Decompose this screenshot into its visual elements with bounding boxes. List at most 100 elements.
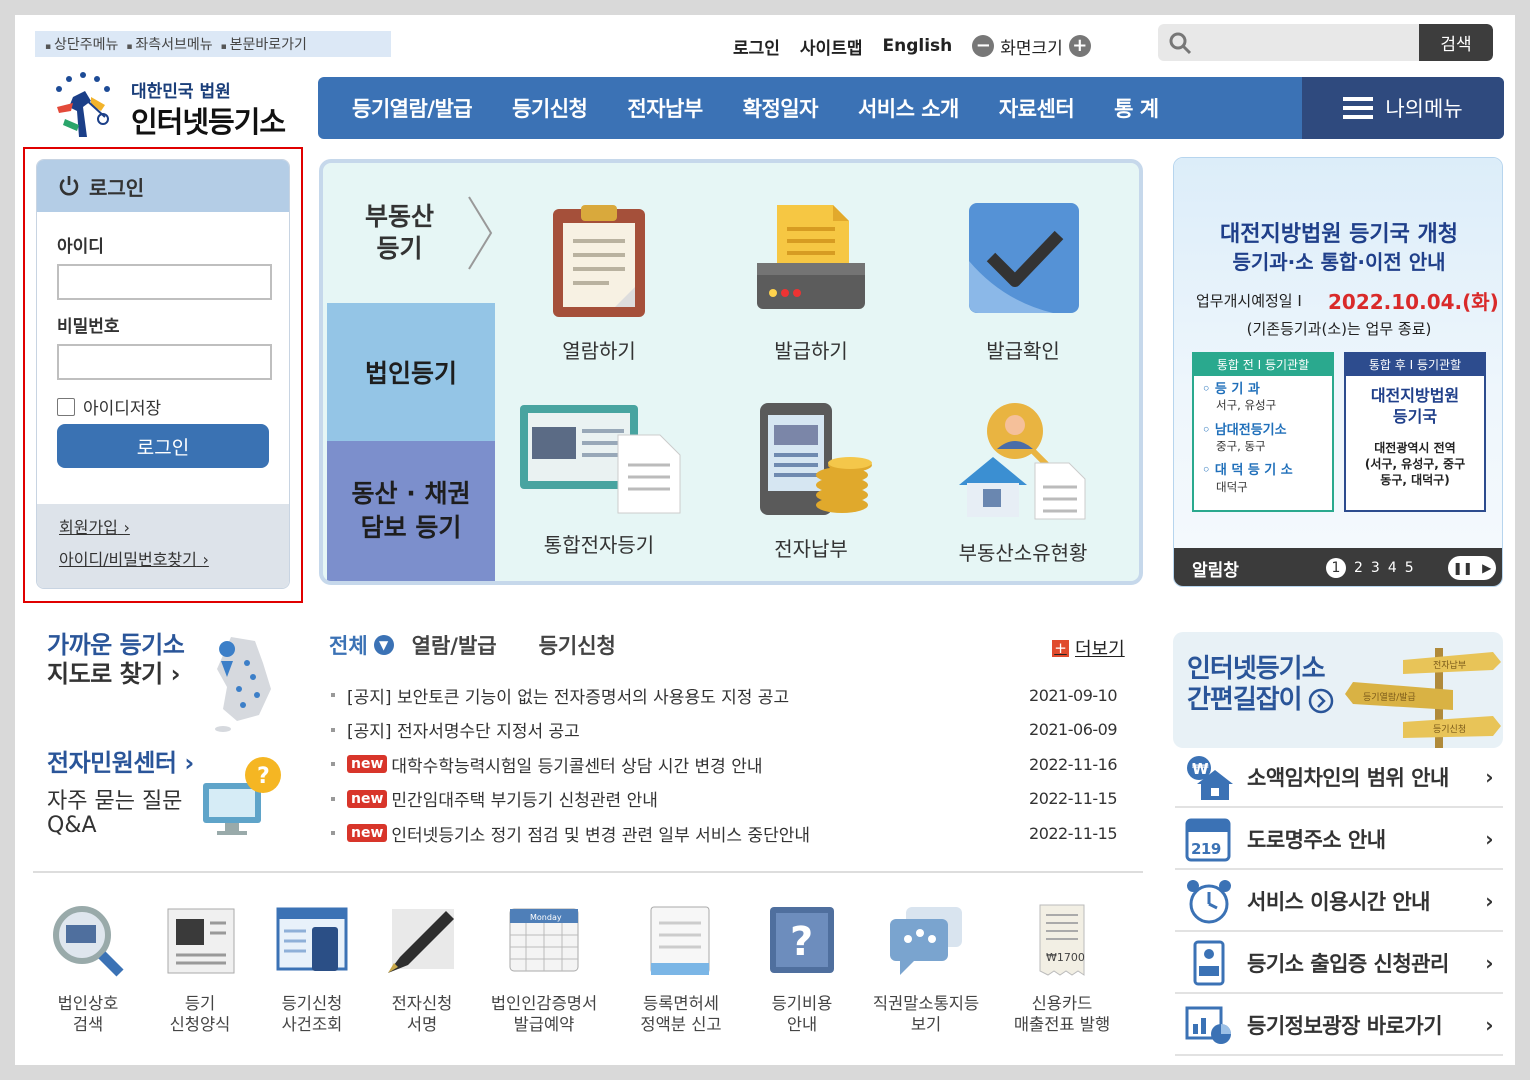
banner-date: 2022.10.04.(화) [1328, 290, 1499, 314]
service-ownership[interactable]: 부동산소유현황 [923, 403, 1123, 566]
banner-page-5[interactable]: 5 [1405, 560, 1414, 576]
svg-text:₩1700: ₩1700 [1046, 951, 1085, 964]
notice-row[interactable]: new 민간임대주택 부기등기 신청관련 안내 2022-11-15 [331, 782, 1117, 817]
tab-notice-view[interactable]: 열람/발급 [412, 630, 497, 660]
nav-item-statistics[interactable]: 통 계 [1094, 93, 1178, 123]
search-button[interactable]: 검색 [1419, 24, 1493, 61]
tab-real-estate[interactable]: 부동산 등기 [327, 163, 495, 303]
skip-link-left-menu[interactable]: 좌측서브메뉴 [126, 34, 212, 54]
quick-guide-banner[interactable]: 인터넷등기소 간편길잡이 전자납부 등기열람/발급 등기신청 [1173, 632, 1503, 748]
registry-data-plaza-link[interactable]: 등기정보광장 바로가기 › [1175, 996, 1503, 1056]
arrow-circle-icon [1308, 688, 1333, 714]
registration-tax-report[interactable]: 등록면허세 정액분 신고 [623, 903, 739, 1036]
search-bar: 검색 [1158, 24, 1493, 61]
service-issue[interactable]: 발급하기 [711, 201, 911, 364]
banner-note: (기존등기과(소)는 업무 종료) [1246, 320, 1432, 338]
service-integrated-label: 통합전자등기 [543, 533, 655, 557]
save-id-label: 아이디저장 [83, 399, 162, 419]
card-receipt[interactable]: ₩1700 신용카드 매출전표 발행 [1001, 903, 1123, 1036]
pause-icon[interactable]: ❚❚ [1453, 561, 1473, 575]
skip-link-content[interactable]: 본문바로가기 [221, 34, 307, 54]
registry-service-panel: 부동산 등기 법인등기 동산 · 채권 담보 등기 열람하기 발급하기 발급확인… [319, 159, 1143, 585]
nav-item-fixed-date[interactable]: 확정일자 [723, 93, 838, 123]
e-civil-center-link[interactable]: 전자민원센터 › [47, 749, 194, 778]
util-login-link[interactable]: 로그인 [733, 34, 780, 59]
tab-movable-collateral[interactable]: 동산 · 채권 담보 등기 [327, 441, 495, 581]
nav-item-e-payment[interactable]: 전자납부 [607, 93, 722, 123]
access-card-link[interactable]: 등기소 출입증 신청관리 › [1175, 934, 1503, 994]
banner-page-2[interactable]: 2 [1354, 560, 1363, 576]
sign-epay: 전자납부 [1433, 660, 1466, 671]
new-badge: new [347, 789, 388, 808]
nav-item-service-intro[interactable]: 서비스 소개 [838, 93, 979, 123]
checkmark-icon [969, 203, 1079, 313]
banner-page-3[interactable]: 3 [1371, 560, 1380, 576]
id-card-icon [1193, 940, 1225, 986]
service-epay[interactable]: 전자납부 [711, 403, 911, 562]
alarm-clock-icon [1187, 880, 1231, 924]
banner-page-4[interactable]: 4 [1388, 560, 1397, 576]
court-emblem-icon [56, 72, 110, 137]
tab-notice-all[interactable]: 전체 ▼ [329, 630, 394, 660]
notice-row[interactable]: new 대학수학능력시험일 등기콜센터 상담 시간 변경 안내 2022-11-16 [331, 747, 1117, 782]
notice-banner[interactable]: 대전지방법원 등기국 개청 등기과·소 통합·이전 안내 업무개시예정일 I 2… [1173, 157, 1503, 587]
seal-certificate-reservation[interactable]: Monday 법인인감증명서 발급예약 [481, 903, 607, 1036]
my-menu-button[interactable]: 나의메뉴 [1302, 77, 1504, 139]
registration-fee-guide[interactable]: ? 등기비용 안내 [747, 903, 857, 1036]
magnifier-icon [53, 906, 124, 977]
tab-corporate[interactable]: 법인등기 [327, 303, 495, 441]
service-epay-label: 전자납부 [774, 537, 848, 561]
case-inquiry[interactable]: 등기신청 사건조회 [257, 903, 367, 1036]
notice-row[interactable]: new 인터넷등기소 정기 점검 및 변경 관련 일부 서비스 중단안내 2022-… [331, 816, 1117, 851]
nav-item-view-issue[interactable]: 등기열람/발급 [332, 93, 492, 123]
notice-row[interactable]: [공지] 보안토큰 기능이 없는 전자증명서의 사용용도 지정 공고 2021-0… [331, 678, 1117, 713]
site-logo[interactable]: 대한민국 법원 인터넷등기소 [43, 67, 313, 143]
e-signature[interactable]: 전자신청 서명 [367, 903, 477, 1036]
more-notices-link[interactable]: + 더보기 [1052, 635, 1125, 661]
save-id-checkbox[interactable] [57, 397, 75, 416]
skip-link-top-menu[interactable]: 상단주메뉴 [45, 34, 118, 54]
nav-item-registration[interactable]: 등기신청 [492, 93, 607, 123]
korea-map-icon [215, 637, 271, 732]
road-sign-icon: 219 [1185, 818, 1231, 862]
tab-notice-registration[interactable]: 등기신청 [539, 630, 616, 660]
login-panel: 로그인 아이디 비밀번호 아이디저장 로그인 회원가입 › 아이디/비밀번호찾기… [36, 159, 290, 589]
service-verify-label: 발급확인 [986, 339, 1060, 363]
new-badge: new [347, 755, 388, 774]
road-address-link[interactable]: 219 도로명주소 안내 › [1175, 810, 1503, 870]
corporate-name-search[interactable]: 법인상호 검색 [33, 903, 143, 1036]
play-icon[interactable]: ▶ [1482, 561, 1491, 575]
id-input[interactable] [57, 264, 272, 300]
notebook-icon [650, 906, 710, 975]
cancellation-notice[interactable]: 직권말소통지등 보기 [859, 903, 993, 1036]
clipboard-icon [553, 205, 645, 317]
faq-link[interactable]: 자주 묻는 질문 Q&A [47, 789, 182, 838]
join-link[interactable]: 회원가입 › [59, 514, 269, 538]
zoom-out-button[interactable]: − [972, 35, 995, 57]
service-hours-link[interactable]: 서비스 이용시간 안내 › [1175, 872, 1503, 932]
service-integrated[interactable]: 통합전자등기 [499, 403, 699, 558]
banner-page-1[interactable]: 1 [1326, 558, 1346, 578]
zoom-in-button[interactable]: + [1068, 35, 1091, 57]
nav-item-data-center[interactable]: 자료센터 [979, 93, 1094, 123]
search-input[interactable] [1198, 24, 1418, 61]
service-verify[interactable]: 발급확인 [923, 201, 1123, 364]
nearest-registry-link[interactable]: 가까운 등기소 지도로 찾기 › [47, 631, 185, 689]
divider [33, 871, 1143, 873]
banner-before-box: 통합 전 I 등기관할 ◦ 등 기 과 서구, 유성구 ◦ 남대전등기소 중구,… [1192, 352, 1334, 512]
guide-title: 인터넷등기소 [1187, 654, 1326, 684]
application-forms[interactable]: 등기 신청양식 [145, 903, 255, 1036]
tenant-range-link[interactable]: ₩ 소액임차인의 범위 안내 › [1175, 748, 1503, 808]
hamburger-icon [1343, 97, 1374, 119]
zoom-control: − 화면크기 + [972, 34, 1091, 59]
find-account-link[interactable]: 아이디/비밀번호찾기 › [59, 546, 269, 570]
util-english-link[interactable]: English [882, 36, 952, 56]
login-button[interactable]: 로그인 [57, 424, 269, 468]
save-id-option[interactable]: 아이디저장 [57, 394, 161, 419]
notice-row[interactable]: [공지] 전자서명수단 지정서 공고 2021-06-09 [331, 713, 1117, 748]
newspaper-icon [167, 908, 235, 974]
util-sitemap-link[interactable]: 사이트맵 [800, 34, 863, 59]
password-input[interactable] [57, 344, 272, 380]
service-view[interactable]: 열람하기 [499, 201, 699, 364]
banner-title: 대전지방법원 등기국 개청 [1220, 222, 1458, 247]
